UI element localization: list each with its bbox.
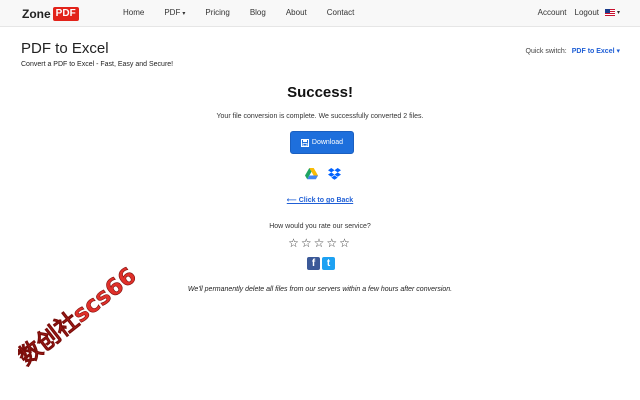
cloud-save-options — [305, 168, 351, 180]
nav-home[interactable]: Home — [123, 8, 144, 17]
brand-badge: PDF — [52, 6, 79, 21]
download-button[interactable]: Download — [290, 131, 354, 154]
page-title: PDF to Excel — [21, 40, 109, 57]
google-drive-icon[interactable] — [305, 168, 318, 180]
nav-links: Home PDF ▾ Pricing Blog About Contact — [123, 8, 374, 17]
quick-switch-dropdown[interactable]: PDF to Excel ▾ — [572, 48, 620, 55]
logout-link[interactable]: Logout — [575, 8, 599, 17]
back-link[interactable]: ⟵ Click to go Back — [0, 196, 640, 204]
nav-contact[interactable]: Contact — [327, 8, 355, 17]
save-icon — [300, 138, 309, 147]
nav-pricing[interactable]: Pricing — [205, 8, 229, 17]
facebook-icon[interactable]: f — [307, 257, 320, 270]
nav-pdf-dropdown[interactable]: PDF ▾ — [164, 8, 185, 17]
chevron-down-icon: ▾ — [182, 11, 186, 17]
account-link[interactable]: Account — [538, 8, 567, 17]
nav-about[interactable]: About — [286, 8, 307, 17]
quick-switch-label: Quick switch: — [525, 48, 567, 55]
nav-blog[interactable]: Blog — [250, 8, 266, 17]
download-label: Download — [311, 139, 344, 146]
rating-question: How would you rate our service? — [269, 223, 371, 230]
brand-text: Zone — [22, 6, 51, 21]
us-flag-icon[interactable] — [604, 9, 615, 16]
brand-logo[interactable]: Zone PDF — [22, 6, 79, 21]
star-rating[interactable]: ☆☆☆☆☆ — [0, 236, 640, 250]
nav-right: Account Logout ▾ — [530, 8, 620, 17]
success-message: Your file conversion is complete. We suc… — [216, 113, 424, 120]
language-chevron-icon[interactable]: ▾ — [617, 9, 620, 16]
watermark-text: 数创社scs66 — [18, 262, 142, 371]
quick-switch: Quick switch: PDF to Excel ▾ — [526, 47, 620, 55]
watermark: 数创社scs66 — [18, 262, 142, 371]
twitter-icon[interactable]: t — [322, 257, 335, 270]
page-subtitle: Convert a PDF to Excel - Fast, Easy and … — [21, 61, 174, 68]
success-title: Success! — [287, 84, 353, 101]
dropbox-icon[interactable] — [328, 168, 341, 180]
social-share: f t — [307, 257, 337, 270]
navbar: Zone PDF Home PDF ▾ Pricing Blog About Co… — [0, 0, 640, 27]
nav-pdf-label: PDF — [164, 8, 181, 17]
